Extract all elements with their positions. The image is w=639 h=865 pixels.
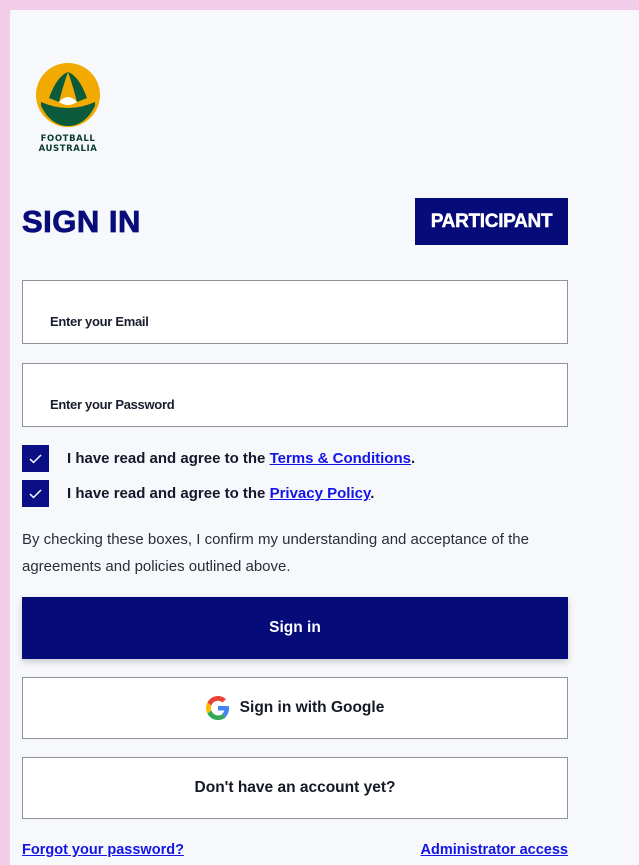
forgot-password-link[interactable]: Forgot your password? [22,842,184,858]
terms-checkbox[interactable] [22,445,49,472]
role-badge: PARTICIPANT [415,198,568,245]
terms-prefix: I have read and agree to the [67,450,270,467]
terms-checkbox-row: I have read and agree to the Terms & Con… [22,445,415,472]
logo-line-1: FOOTBALL [40,134,96,144]
privacy-text: I have read and agree to the Privacy Pol… [67,485,374,502]
page-title: SIGN IN [22,204,141,240]
checkmark-icon [29,488,42,499]
create-account-button[interactable]: Don't have an account yet? [22,757,568,819]
logo-line-2: AUSTRALIA [38,144,98,154]
administrator-access-link[interactable]: Administrator access [421,842,568,858]
login-panel: FOOTBALL AUSTRALIA SIGN IN PARTICIPANT E… [10,10,639,865]
create-account-label: Don't have an account yet? [194,779,396,796]
consent-note: By checking these boxes, I confirm my un… [22,531,529,575]
google-sign-in-button[interactable]: Sign in with Google [22,677,568,739]
privacy-link[interactable]: Privacy Policy [270,485,371,502]
privacy-prefix: I have read and agree to the [67,485,270,502]
logo: FOOTBALL AUSTRALIA [34,62,104,154]
privacy-checkbox-row: I have read and agree to the Privacy Pol… [22,480,374,507]
password-input[interactable] [23,364,567,426]
email-input[interactable] [23,281,567,343]
privacy-checkbox[interactable] [22,480,49,507]
football-australia-logo-icon [36,63,100,127]
sign-in-button-label: Sign in [269,619,321,636]
terms-text: I have read and agree to the Terms & Con… [67,450,415,467]
terms-suffix: . [410,450,416,467]
password-field[interactable]: Enter your Password [22,363,568,427]
logo-wordmark: FOOTBALL AUSTRALIA [34,134,102,154]
checkmark-icon [29,453,42,464]
sign-in-button[interactable]: Sign in [22,597,568,659]
privacy-suffix: . [370,485,375,502]
google-g-icon [205,696,229,720]
google-sign-in-label: Sign in with Google [239,699,385,716]
terms-link[interactable]: Terms & Conditions [270,450,411,467]
email-field[interactable]: Enter your Email [22,280,568,344]
